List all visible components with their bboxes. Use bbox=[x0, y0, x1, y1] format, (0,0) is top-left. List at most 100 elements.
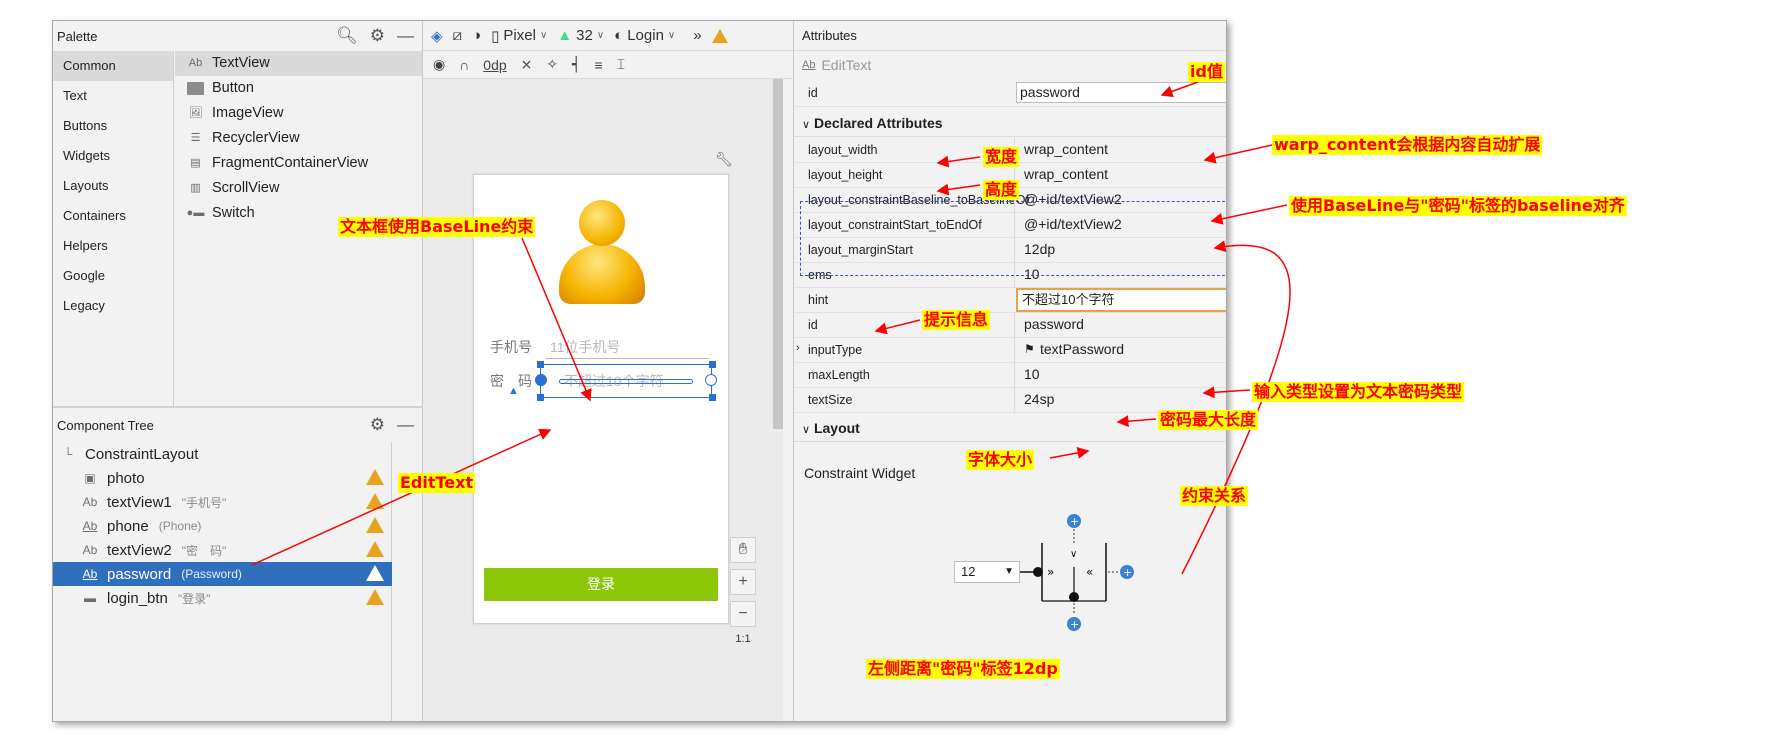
palette-panel: Palette 🔍︎ ⚙ — Common Text Buttons Widge… bbox=[53, 21, 423, 406]
tree-item-phone[interactable]: Ab phone (Phone) bbox=[53, 514, 392, 538]
zoom-controls: ✋︎ + − 1:1 bbox=[730, 537, 756, 721]
id-field[interactable]: password bbox=[1016, 82, 1226, 103]
svg-text:+: + bbox=[1123, 566, 1132, 579]
infer-constraints-icon[interactable]: ✧ bbox=[546, 56, 558, 73]
magnet-icon[interactable]: ∩ bbox=[459, 57, 469, 73]
tree-item-textview1[interactable]: Ab textView1 "手机号" bbox=[53, 490, 392, 514]
warning-icon[interactable] bbox=[366, 493, 384, 509]
widget-textview[interactable]: Ab TextView bbox=[175, 51, 422, 76]
component-tree-panel: Component Tree ⚙ — └ ConstraintLayout ▣ ph… bbox=[53, 406, 423, 721]
margin-start-combo[interactable]: 12 ▼ bbox=[954, 561, 1020, 583]
attributes-panel: Attributes Ab EditText id password ∨ Decl… bbox=[793, 21, 1226, 721]
guidelines-icon[interactable]: ┥ bbox=[572, 56, 580, 73]
default-margin-button[interactable]: 0dp bbox=[483, 57, 506, 73]
category-common[interactable]: Common bbox=[53, 51, 173, 81]
login-button[interactable]: 登录 bbox=[484, 568, 718, 601]
zoom-reset-button[interactable]: 1:1 bbox=[730, 633, 756, 645]
search-icon[interactable]: 🔍︎ bbox=[336, 26, 358, 46]
widget-scrollview[interactable]: ▥ ScrollView bbox=[175, 176, 422, 201]
night-icon: ◑ bbox=[472, 27, 482, 44]
rotate-icon: ⧄ bbox=[452, 27, 463, 44]
warning-icon[interactable] bbox=[366, 517, 384, 533]
eye-icon[interactable]: ◉ bbox=[433, 56, 445, 73]
category-google[interactable]: Google bbox=[53, 261, 173, 291]
component-tree-title: Component Tree bbox=[57, 417, 154, 433]
palette-header: Palette 🔍︎ ⚙ — bbox=[53, 21, 422, 51]
tree-item-password[interactable]: Ab password (Password) bbox=[53, 562, 392, 586]
zoom-out-button[interactable]: − bbox=[730, 601, 756, 627]
edittext-icon: Ab bbox=[82, 519, 98, 533]
widget-recyclerview[interactable]: ☰ RecyclerView bbox=[175, 126, 422, 151]
start-constraint-handle[interactable] bbox=[535, 374, 547, 386]
warning-icon[interactable] bbox=[366, 541, 384, 557]
orientation-button[interactable]: ⧄ bbox=[453, 27, 463, 44]
resize-handle[interactable] bbox=[709, 394, 716, 401]
theme-button[interactable]: ◐ Login ∨ bbox=[614, 27, 675, 44]
resize-handle[interactable] bbox=[537, 394, 544, 401]
chevron-right-icon[interactable]: › bbox=[796, 342, 800, 354]
edittext-icon: Ab bbox=[802, 59, 816, 71]
switch-icon: ●▬ bbox=[186, 207, 205, 219]
design-toolbar: ◈ ⧄ ◑ ▯ Pixel ∨ ▲ 32 ∨ ◐ Login ∨ » bbox=[423, 21, 831, 51]
tree-root[interactable]: └ ConstraintLayout bbox=[53, 442, 392, 466]
align-icon[interactable]: ≡ bbox=[595, 57, 603, 73]
tree-body: └ ConstraintLayout ▣ photo Ab textView1 "手机号… bbox=[53, 442, 392, 721]
attr-row-max-length[interactable]: maxLength 10 bbox=[794, 363, 1226, 388]
palette-categories: Common Text Buttons Widgets Layouts Cont… bbox=[53, 51, 174, 406]
resize-handle[interactable] bbox=[537, 361, 544, 368]
resize-handle[interactable] bbox=[709, 361, 716, 368]
baseline-handle[interactable] bbox=[559, 379, 693, 384]
phone-label[interactable]: 手机号 bbox=[490, 337, 532, 357]
zoom-in-button[interactable]: + bbox=[730, 569, 756, 595]
pan-hand-icon[interactable]: ✋︎ bbox=[730, 537, 756, 563]
annotation-edittext-baseline: 文本框使用BaseLine约束 bbox=[338, 217, 536, 237]
category-widgets[interactable]: Widgets bbox=[53, 141, 173, 171]
device-button[interactable]: ▯ Pixel ∨ bbox=[491, 27, 547, 45]
svg-text:«: « bbox=[1086, 565, 1093, 579]
category-text[interactable]: Text bbox=[53, 81, 173, 111]
attr-row-input-type[interactable]: › inputType ⚑ textPassword bbox=[794, 338, 1226, 363]
wrench-icon[interactable]: 🔧︎ bbox=[715, 151, 733, 168]
phone-input-hint[interactable]: 11位手机号 bbox=[550, 337, 621, 357]
category-layouts[interactable]: Layouts bbox=[53, 171, 173, 201]
attr-row-id2[interactable]: id password bbox=[794, 313, 1226, 338]
design-canvas[interactable]: 🔧︎ 手机号 11位手机号 密 码 不超过10个字符 ▲ 登录 ✋︎ + − 1… bbox=[423, 79, 783, 721]
tree-item-login-btn[interactable]: ▬ login_btn "登录" bbox=[53, 586, 392, 610]
hint-field[interactable]: 不超过10个字符 bbox=[1016, 288, 1226, 312]
warning-icon[interactable] bbox=[366, 589, 384, 605]
widget-fragmentcontainerview[interactable]: ▤ FragmentContainerView bbox=[175, 151, 422, 176]
minimize-icon[interactable]: — bbox=[397, 415, 414, 435]
clear-constraints-icon[interactable]: ⨯ bbox=[521, 56, 533, 73]
more-button[interactable]: » bbox=[693, 27, 701, 44]
night-mode-button[interactable]: ◑ bbox=[472, 27, 481, 44]
tree-item-textview2[interactable]: Ab textView2 "密 码" bbox=[53, 538, 392, 562]
warning-icon[interactable] bbox=[711, 28, 728, 43]
gear-icon[interactable]: ⚙ bbox=[370, 415, 385, 435]
attr-row-hint[interactable]: hint 不超过10个字符 bbox=[794, 288, 1226, 313]
category-legacy[interactable]: Legacy bbox=[53, 291, 173, 321]
category-containers[interactable]: Containers bbox=[53, 201, 173, 231]
image-icon: 🖼︎ bbox=[188, 107, 203, 119]
widget-imageview[interactable]: 🖼︎ ImageView bbox=[175, 101, 422, 126]
user-avatar-icon[interactable] bbox=[559, 200, 645, 305]
phone-input-underline bbox=[546, 358, 709, 359]
warning-icon[interactable] bbox=[366, 469, 384, 485]
gear-icon[interactable]: ⚙ bbox=[370, 26, 385, 46]
annotation-max-length: 密码最大长度 bbox=[1158, 410, 1259, 430]
pack-icon[interactable]: ⌶ bbox=[617, 56, 625, 73]
button-icon bbox=[187, 82, 204, 95]
declared-attributes-section[interactable]: ∨ Declared Attributes bbox=[794, 109, 1226, 137]
category-helpers[interactable]: Helpers bbox=[53, 231, 173, 261]
minimize-icon[interactable]: — bbox=[397, 26, 414, 46]
design-surface-button[interactable]: ◈ bbox=[431, 27, 443, 45]
api-level-button[interactable]: ▲ 32 ∨ bbox=[557, 27, 604, 44]
end-constraint-handle[interactable] bbox=[705, 374, 717, 386]
tree-item-photo[interactable]: ▣ photo bbox=[53, 466, 392, 490]
canvas-scrollbar[interactable] bbox=[773, 79, 783, 429]
constraint-widget-diagram[interactable]: » « + + ∨ + bbox=[1020, 491, 1170, 631]
widget-button[interactable]: Button bbox=[175, 76, 422, 101]
phone-preview: 手机号 11位手机号 密 码 不超过10个字符 ▲ 登录 bbox=[473, 174, 729, 624]
warning-icon[interactable] bbox=[366, 565, 384, 581]
scroll-icon: ▥ bbox=[190, 182, 201, 194]
category-buttons[interactable]: Buttons bbox=[53, 111, 173, 141]
